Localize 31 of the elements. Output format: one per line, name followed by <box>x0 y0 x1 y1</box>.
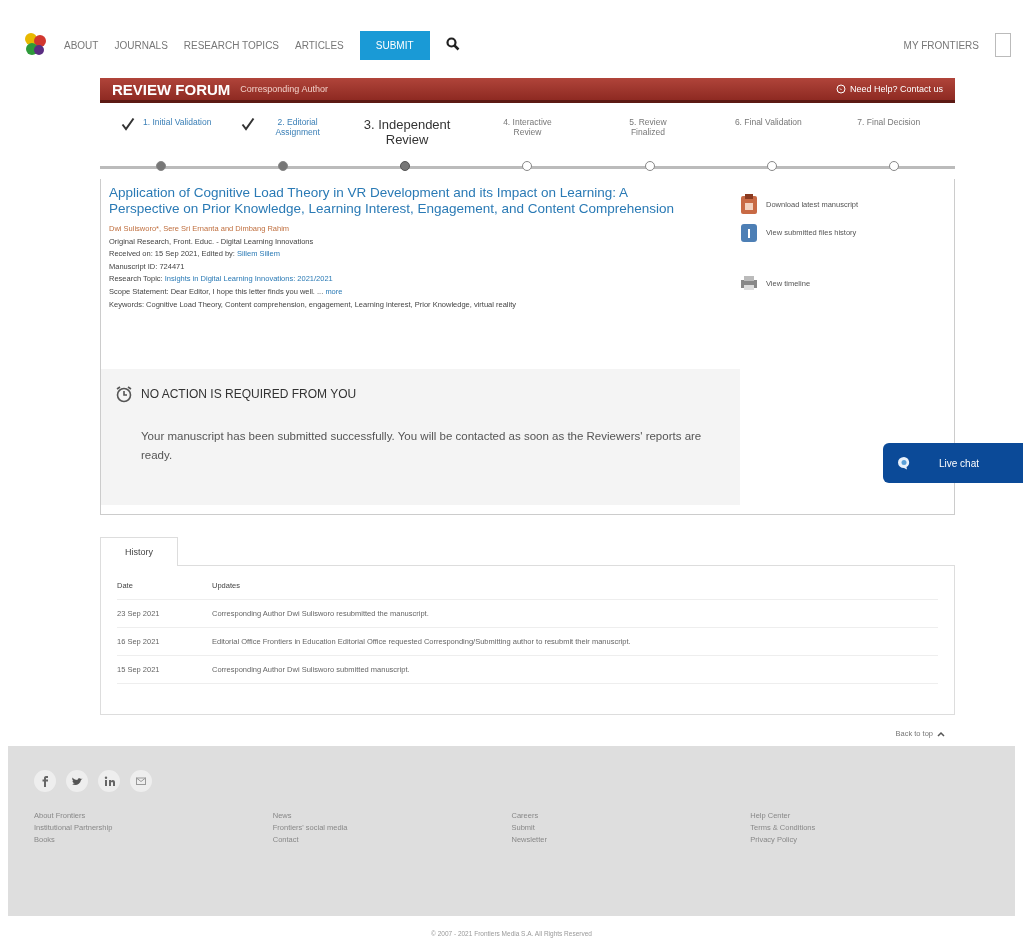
linkedin-icon[interactable] <box>98 770 120 792</box>
search-icon[interactable] <box>445 37 460 53</box>
step-label: 1. Initial Validation <box>143 117 212 127</box>
tab[interactable]: History <box>100 537 178 566</box>
notice-message: Your manuscript has been submitted successfully. You will be contacted as soon as the Reviewers' reports are ready. <box>141 429 703 463</box>
help-icon <box>835 84 846 94</box>
twitter-icon[interactable] <box>66 770 88 792</box>
article-title[interactable]: Application of Cognitive Load Theory in VR Development and its Impact on Learning: A Perspective on Prior Knowledge, Learning Interest, Engagement, and Content Comprehension <box>109 185 718 217</box>
alarm-clock-icon <box>115 385 133 403</box>
step-label: 5. Review Finalized <box>628 117 668 137</box>
chevron-up-icon <box>937 730 945 737</box>
nav-link[interactable]: JOURNALS <box>114 39 168 51</box>
role-label: Corresponding Author <box>240 84 328 94</box>
step-label: 3. Independent Review <box>362 117 452 147</box>
notice-title: NO ACTION IS REQUIRED FROM YOU <box>141 387 357 401</box>
live-chat-button[interactable]: Live chat <box>883 443 1023 483</box>
chat-bubble-icon <box>897 456 911 470</box>
step-label: 7. Final Decision <box>857 117 921 127</box>
nav-link[interactable]: RESEARCH TOPICS <box>183 39 280 51</box>
document-icon <box>740 193 758 215</box>
nav-link[interactable]: ABOUT <box>64 39 99 51</box>
forum-title: REVIEW FORUM <box>112 80 231 98</box>
printer-icon <box>740 275 758 291</box>
submit-button[interactable]: SUBMIT <box>359 30 430 60</box>
step-label: 4. Interactive Review <box>502 117 553 137</box>
nav-link[interactable]: ARTICLES <box>295 39 344 51</box>
help-link[interactable]: Need Help? Contact us <box>835 84 943 94</box>
facebook-icon[interactable] <box>34 770 56 792</box>
step-label: 6. Final Validation <box>734 117 802 127</box>
step-label: 2. Editorial Assignment <box>274 117 321 137</box>
account-link[interactable]: MY FRONTIERS <box>903 39 979 51</box>
